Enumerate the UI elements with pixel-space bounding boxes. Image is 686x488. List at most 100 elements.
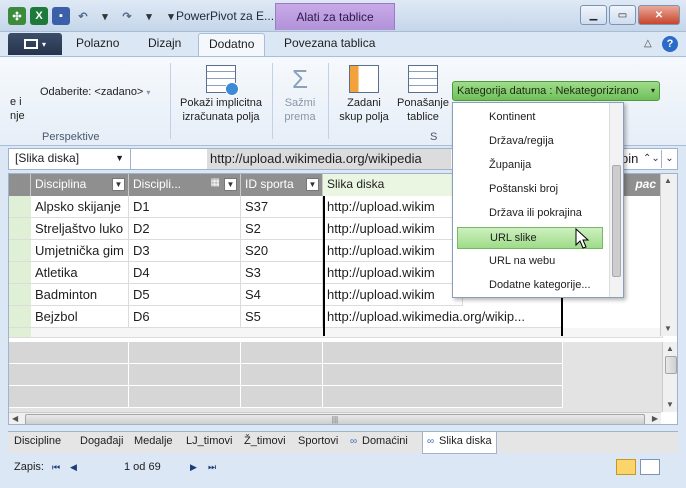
name-box[interactable]: [Slika diska] ▼ <box>9 149 131 169</box>
grid-view-icon[interactable] <box>616 459 636 475</box>
table-cell[interactable]: S5 <box>241 306 323 328</box>
sheet-tab-slika-diska[interactable]: ∞ Slika diska <box>422 432 497 454</box>
upper-vertical-scrollbar[interactable]: ▲ ▼ <box>660 174 677 336</box>
file-menu-button[interactable]: ▾ <box>8 33 62 55</box>
row-header[interactable] <box>9 196 31 218</box>
table-behavior-button[interactable]: Ponašanje tablice <box>394 65 452 124</box>
redo-dropdown-icon[interactable]: ▾ <box>140 7 158 25</box>
lower-vertical-scrollbar[interactable]: ▲ ▼ <box>662 342 677 412</box>
diagram-view-icon[interactable] <box>640 459 660 475</box>
table-cell[interactable]: D3 <box>129 240 241 262</box>
table-cell[interactable]: Badminton <box>31 284 129 306</box>
sheet-tab-discipline[interactable]: Discipline <box>14 435 61 447</box>
row-header[interactable] <box>9 284 31 306</box>
sheet-tab-dogadaji[interactable]: Događaji <box>80 435 123 447</box>
filter-icon[interactable]: ▼ <box>112 178 125 191</box>
scroll-thumb[interactable]: ||| <box>25 414 645 424</box>
calc-cell[interactable] <box>323 342 563 364</box>
menu-item-zupanija[interactable]: Županija <box>457 155 603 177</box>
table-cell[interactable]: Umjetnička gim <box>31 240 129 262</box>
tab-dodatno[interactable]: Dodatno <box>198 33 266 56</box>
powerpivot-icon[interactable]: ✣ <box>8 7 26 25</box>
scroll-down-icon[interactable]: ▼ <box>666 400 674 409</box>
calc-cell[interactable] <box>129 364 241 386</box>
calc-cell[interactable] <box>9 364 129 386</box>
sheet-tab-domacini[interactable]: ∞ Domaćini <box>350 435 408 447</box>
scroll-thumb[interactable] <box>612 165 621 277</box>
show-implicit-fields-button[interactable]: Pokaži implicitna izračunata polja <box>176 65 266 124</box>
next-record-icon[interactable]: ▶ <box>190 462 197 473</box>
sheet-tab-z-timovi[interactable]: Ž_timovi <box>244 435 286 447</box>
scroll-up-icon[interactable]: ▲ <box>664 176 672 185</box>
minimize-ribbon-icon[interactable]: △ <box>644 38 652 49</box>
menu-item-kontinent[interactable]: Kontinent <box>457 107 603 129</box>
expand-formula-icon[interactable]: ⌄ <box>661 150 677 168</box>
table-cell[interactable]: Bejzbol <box>31 306 129 328</box>
help-icon[interactable]: ? <box>662 36 678 52</box>
sheet-tab-medalje[interactable]: Medalje <box>134 435 173 447</box>
row-header[interactable] <box>9 306 31 328</box>
excel-icon[interactable]: X <box>30 7 48 25</box>
summarize-by-button[interactable]: Σ Sažmi prema <box>278 65 322 124</box>
table-cell[interactable]: D1 <box>129 196 241 218</box>
menu-item-drzava-ili-pokrajina[interactable]: Država ili pokrajina <box>457 203 603 225</box>
minimize-button[interactable]: ▁ <box>580 5 607 25</box>
table-cell[interactable]: S20 <box>241 240 323 262</box>
scroll-thumb[interactable] <box>665 356 677 374</box>
table-cell[interactable]: S4 <box>241 284 323 306</box>
table-cell[interactable]: S3 <box>241 262 323 284</box>
column-header-disciplina[interactable]: Disciplina ▼ <box>31 174 129 196</box>
last-record-icon[interactable]: ⏭ <box>208 462 216 473</box>
close-button[interactable]: ✕ <box>638 5 680 25</box>
menu-item-postanski-broj[interactable]: Poštanski broj <box>457 179 603 201</box>
menu-item-drzava-regija[interactable]: Država/regija <box>457 131 603 153</box>
first-record-icon[interactable]: ⏮ <box>52 462 60 473</box>
table-cell[interactable]: D6 <box>129 306 241 328</box>
scroll-down-icon[interactable]: ▼ <box>664 324 672 333</box>
column-header-discipli[interactable]: Discipli... ▦ ▼ <box>129 174 241 196</box>
scroll-right-icon[interactable]: ▶ <box>652 414 658 423</box>
menu-item-url-na-webu[interactable]: URL na webu <box>457 251 603 273</box>
tab-povezana-tablica[interactable]: Povezana tablica <box>284 36 375 50</box>
table-cell[interactable]: D4 <box>129 262 241 284</box>
table-cell[interactable]: S2 <box>241 218 323 240</box>
horizontal-scrollbar[interactable]: ◀ ||| ▶ <box>9 412 661 424</box>
table-cell[interactable]: D2 <box>129 218 241 240</box>
calc-cell[interactable] <box>241 386 323 408</box>
menu-item-dodatne-kategorije[interactable]: Dodatne kategorije... <box>457 275 603 297</box>
calc-cell[interactable] <box>129 342 241 364</box>
formula-value[interactable]: http://upload.wikimedia.org/wikipedia <box>207 149 451 169</box>
save-icon[interactable]: ▪ <box>52 7 70 25</box>
default-field-set-button[interactable]: Zadani skup polja <box>334 65 394 124</box>
select-all-corner[interactable] <box>9 174 31 196</box>
calc-cell[interactable] <box>241 364 323 386</box>
row-header[interactable] <box>9 262 31 284</box>
sheet-tab-lj-timovi[interactable]: LJ_timovi <box>186 435 232 447</box>
tab-dizajn[interactable]: Dizajn <box>148 36 181 50</box>
calc-cell[interactable] <box>9 342 129 364</box>
column-header-id-sporta[interactable]: ID sporta ▼ <box>241 174 323 196</box>
scroll-formula-icon[interactable]: ⌃⌄ <box>643 150 660 168</box>
data-category-dropdown[interactable]: Kategorija datuma : Nekategorizirano ▾ <box>452 81 660 101</box>
filter-icon[interactable]: ▼ <box>306 178 319 191</box>
scroll-left-icon[interactable]: ◀ <box>12 414 18 423</box>
undo-dropdown-icon[interactable]: ▾ <box>96 7 114 25</box>
table-cell[interactable]: Alpsko skijanje <box>31 196 129 218</box>
perspective-select[interactable]: Odaberite: <zadano> ▾ <box>40 85 150 100</box>
row-header[interactable] <box>9 240 31 262</box>
table-cell[interactable]: Streljaštvo luko <box>31 218 129 240</box>
calc-cell[interactable] <box>323 386 563 408</box>
scroll-up-icon[interactable]: ▲ <box>666 344 674 353</box>
redo-icon[interactable]: ↷ <box>118 7 136 25</box>
calc-cell[interactable] <box>323 364 563 386</box>
maximize-button[interactable]: ▭ <box>609 5 636 25</box>
filter-icon[interactable]: ▼ <box>224 178 237 191</box>
undo-icon[interactable]: ↶ <box>74 7 92 25</box>
table-cell[interactable]: S37 <box>241 196 323 218</box>
sheet-tab-sportovi[interactable]: Sportovi <box>298 435 338 447</box>
calc-cell[interactable] <box>241 342 323 364</box>
table-cell[interactable]: D5 <box>129 284 241 306</box>
previous-record-icon[interactable]: ◀ <box>70 462 77 473</box>
calc-cell[interactable] <box>129 386 241 408</box>
menu-scrollbar[interactable] <box>609 103 623 297</box>
